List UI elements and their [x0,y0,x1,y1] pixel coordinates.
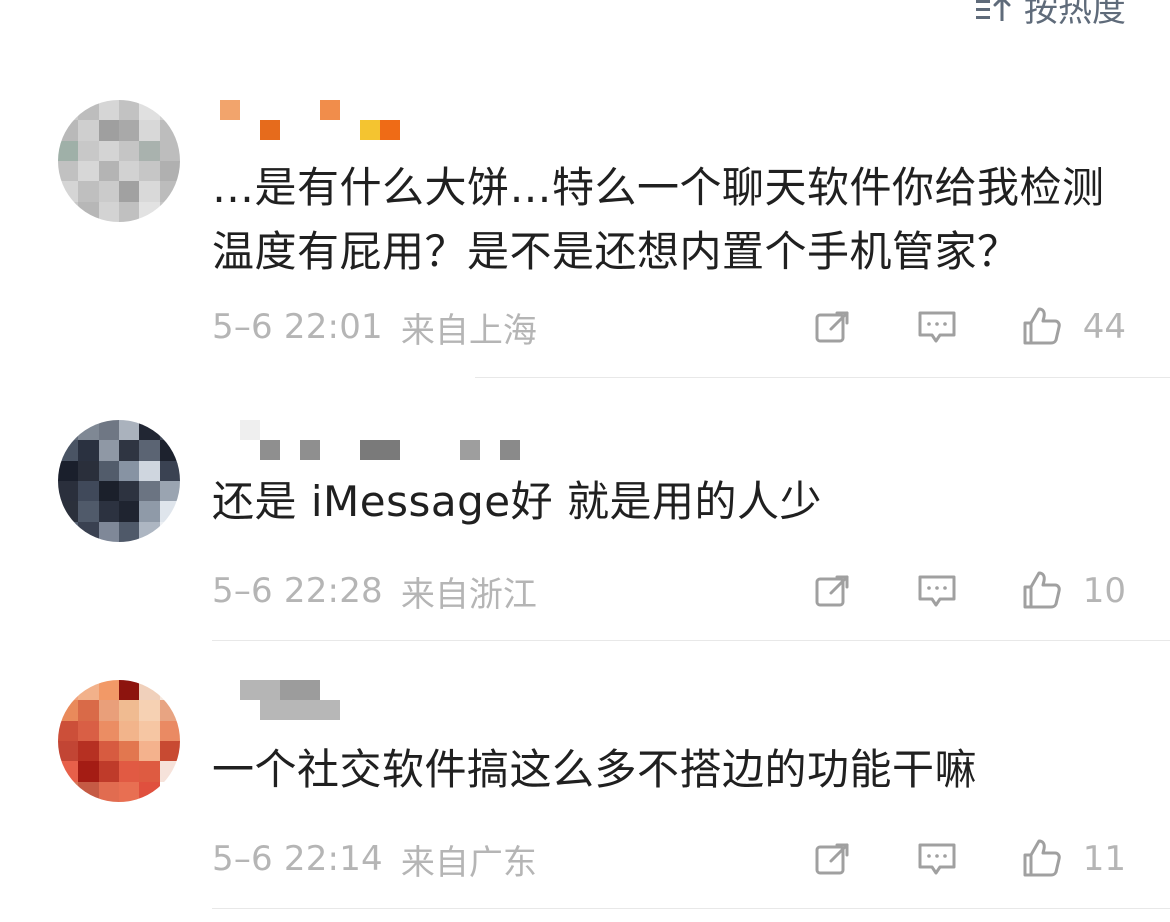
share-icon[interactable] [810,836,856,882]
like-icon[interactable] [1018,568,1064,614]
like-icon[interactable] [1018,836,1064,882]
comment-text: …是有什么大饼…特么一个聊天软件你给我检测温度有屁用？是不是还想内置个手机管家？ [212,163,1105,276]
comment-location: 来自广东 [400,842,537,883]
comment-meta: 5–6 22:01 来自上海 44 [212,302,1126,352]
username-redaction [220,96,440,140]
reply-icon[interactable] [914,304,960,350]
like-count: 44 [1082,307,1126,347]
sort-control[interactable]: 按热度 [974,0,1126,30]
reply-icon[interactable] [914,568,960,614]
comment-time: 5–6 22:28 [212,571,383,611]
comment-divider [475,377,1170,378]
sort-label: 按热度 [1024,0,1126,30]
like-icon[interactable] [1018,304,1064,350]
sort-icon [974,0,1016,26]
comment-meta: 5–6 22:14 来自广东 11 [212,834,1126,884]
like-count: 11 [1082,839,1126,879]
like-control[interactable]: 10 [1018,568,1126,614]
comment-time: 5–6 22:01 [212,307,383,347]
username-redaction [220,418,540,460]
share-icon[interactable] [810,304,856,350]
comment-text: 还是 iMessage好 就是用的人少 [212,477,822,526]
comment-time: 5–6 22:14 [212,839,383,879]
comment-divider [212,908,1170,909]
comment-location: 来自上海 [400,310,537,351]
comment-divider [212,640,1170,641]
comment-meta: 5–6 22:28 来自浙江 10 [212,566,1126,616]
like-control[interactable]: 44 [1018,304,1126,350]
comment-text: 一个社交软件搞这么多不搭边的功能干嘛 [212,745,978,794]
comment-location: 来自浙江 [400,574,537,615]
like-control[interactable]: 11 [1018,836,1126,882]
avatar[interactable] [58,680,180,802]
comment-actions: 11 [810,836,1126,882]
reply-icon[interactable] [914,836,960,882]
avatar[interactable] [58,420,180,542]
like-count: 10 [1082,571,1126,611]
comment-actions: 10 [810,568,1126,614]
comment-actions: 44 [810,304,1126,350]
username-redaction [220,676,360,720]
share-icon[interactable] [810,568,856,614]
avatar[interactable] [58,100,180,222]
